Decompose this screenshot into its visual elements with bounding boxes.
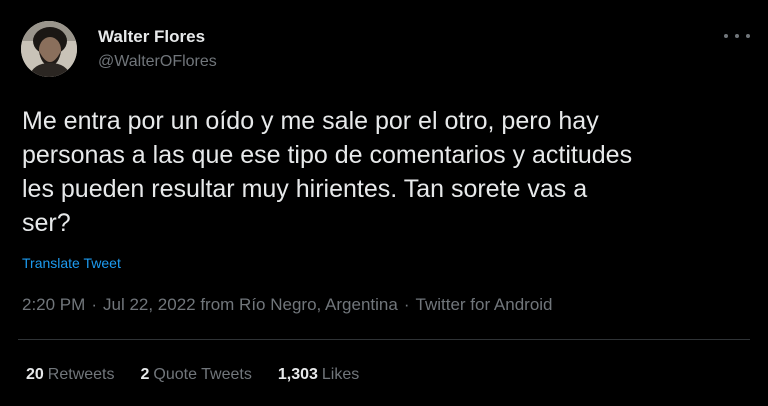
meta-separator: · <box>91 295 97 314</box>
quote-tweets-label: Quote Tweets <box>153 366 252 383</box>
tweet-text: Me entra por un oído y me sale por el ot… <box>22 107 633 237</box>
tweet-date-location[interactable]: Jul 22, 2022 from Río Negro, Argentina <box>103 295 398 314</box>
tweet-time[interactable]: 2:20 PM <box>22 295 85 314</box>
translate-tweet-link[interactable]: Translate Tweet <box>22 255 121 271</box>
author-handle[interactable]: @WalterOFlores <box>98 53 217 71</box>
more-dot <box>735 34 739 38</box>
likes-stat[interactable]: 1,303 Likes <box>278 366 359 384</box>
tweet-meta: 2:20 PM · Jul 22, 2022 from Río Negro, Arg… <box>22 295 553 315</box>
profile-photo-icon <box>21 21 77 77</box>
more-options-icon[interactable] <box>724 26 750 46</box>
likes-label: Likes <box>321 366 360 383</box>
tweet-card: Walter Flores @WalterOFlores Me entra po… <box>0 0 768 406</box>
tweet-stats: 20 Retweets 2 Quote Tweets 1,303 Likes <box>26 366 359 384</box>
retweets-label: Retweets <box>47 366 115 383</box>
likes-count: 1,303 <box>277 366 318 383</box>
tweet-client[interactable]: Twitter for Android <box>416 295 553 314</box>
author-name[interactable]: Walter Flores <box>98 27 205 47</box>
retweets-stat[interactable]: 20 Retweets <box>26 366 115 384</box>
more-dot <box>746 34 750 38</box>
divider <box>18 339 750 340</box>
quote-tweets-stat[interactable]: 2 Quote Tweets <box>141 366 252 384</box>
avatar[interactable] <box>21 21 77 77</box>
meta-separator: · <box>403 295 410 314</box>
more-dot <box>724 34 728 38</box>
retweets-count: 20 <box>26 366 44 383</box>
